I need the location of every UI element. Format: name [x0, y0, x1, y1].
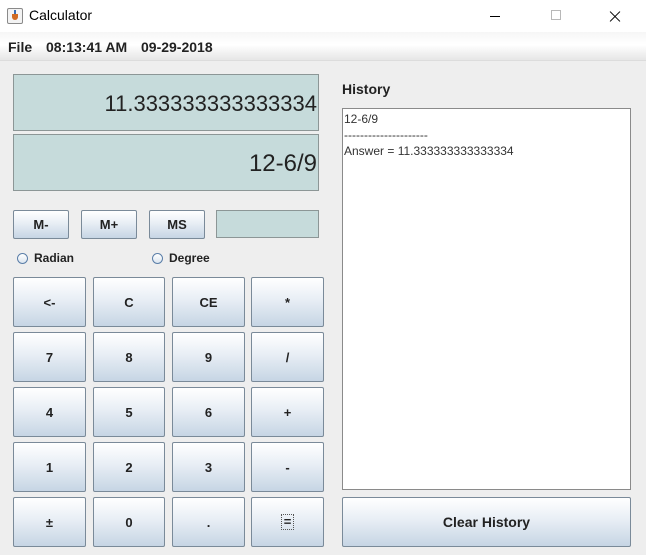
degree-label: Degree	[169, 251, 210, 265]
degree-radio[interactable]: Degree	[152, 251, 210, 265]
maximize-icon[interactable]	[533, 0, 579, 32]
memory-store-button[interactable]: MS	[149, 210, 205, 239]
digit-1-button[interactable]: 1	[13, 442, 86, 492]
backspace-button[interactable]: <-	[13, 277, 86, 327]
digit-0-button[interactable]: 0	[93, 497, 165, 547]
history-heading: History	[342, 81, 391, 97]
clear-button[interactable]: C	[93, 277, 165, 327]
close-icon[interactable]	[592, 0, 638, 32]
equals-button[interactable]: =	[251, 497, 324, 547]
history-expression-line: 12-6/9	[344, 112, 379, 126]
radio-button-icon[interactable]	[17, 252, 28, 264]
radian-radio[interactable]: Radian	[17, 251, 74, 265]
digit-5-button[interactable]: 5	[93, 387, 165, 437]
result-display: 11.333333333333334	[13, 74, 319, 131]
memory-add-button[interactable]: M+	[81, 210, 137, 239]
history-textarea[interactable]: 12-6/9 --------------------- Answer = 11…	[342, 108, 631, 490]
clear-entry-button[interactable]: CE	[172, 277, 245, 327]
file-menu[interactable]: File	[8, 39, 32, 55]
digit-7-button[interactable]: 7	[13, 332, 86, 382]
decimal-button[interactable]: .	[172, 497, 245, 547]
clock-date: 09-29-2018	[141, 39, 213, 55]
digit-2-button[interactable]: 2	[93, 442, 165, 492]
history-separator-line: ---------------------	[344, 128, 428, 142]
memory-display	[216, 210, 319, 238]
title-bar: Calculator	[0, 0, 646, 32]
expression-display: 12-6/9	[13, 134, 319, 191]
equals-label: =	[280, 514, 295, 530]
radio-button-icon[interactable]	[152, 252, 163, 264]
radian-label: Radian	[34, 251, 75, 265]
digit-9-button[interactable]: 9	[172, 332, 245, 382]
subtract-button[interactable]: -	[251, 442, 324, 492]
java-cup-icon	[7, 8, 23, 24]
menu-bar: File 08:13:41 AM 09-29-2018	[0, 32, 646, 61]
digit-8-button[interactable]: 8	[93, 332, 165, 382]
history-answer-line: Answer = 11.333333333333334	[344, 144, 514, 158]
divide-button[interactable]: /	[251, 332, 324, 382]
add-button[interactable]: +	[251, 387, 324, 437]
clear-history-button[interactable]: Clear History	[342, 497, 631, 547]
window-title: Calculator	[29, 7, 93, 23]
digit-3-button[interactable]: 3	[172, 442, 245, 492]
clock-time: 08:13:41 AM	[46, 39, 128, 55]
multiply-button[interactable]: *	[251, 277, 324, 327]
minimize-icon[interactable]	[472, 0, 518, 32]
memory-subtract-button[interactable]: M-	[13, 210, 69, 239]
negate-button[interactable]: ±	[13, 497, 86, 547]
digit-4-button[interactable]: 4	[13, 387, 86, 437]
digit-6-button[interactable]: 6	[172, 387, 245, 437]
